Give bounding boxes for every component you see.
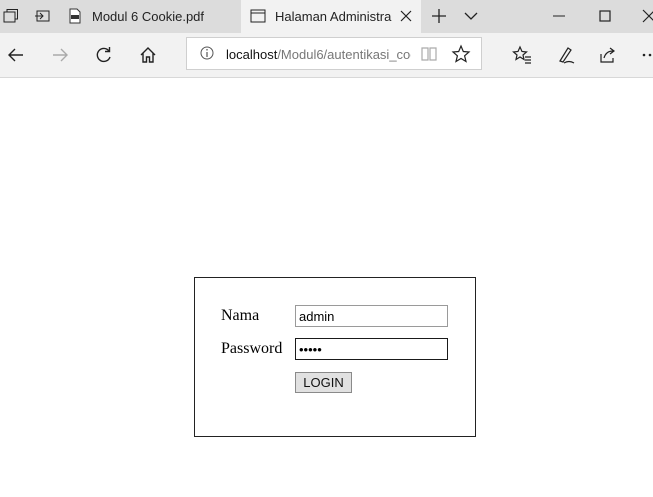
url-path: /Modul6/autentikasi_cookie (277, 47, 411, 62)
pen-notes-icon[interactable] (556, 45, 576, 65)
nama-label: Nama (221, 307, 260, 324)
page-icon (250, 8, 266, 24)
url-text[interactable]: localhost/Modul6/autentikasi_cookie (226, 47, 411, 62)
tab-label: Modul 6 Cookie.pdf (92, 9, 205, 24)
back-icon[interactable] (6, 45, 26, 65)
set-tabs-aside-icon[interactable] (34, 8, 50, 24)
tab-halaman-administrasi[interactable]: Halaman Administra (241, 0, 421, 33)
new-tab-icon[interactable] (431, 8, 447, 24)
info-icon[interactable] (199, 45, 219, 65)
nama-input[interactable] (295, 305, 448, 327)
password-label: Password (221, 340, 283, 357)
pdf-icon (67, 8, 83, 24)
more-icon[interactable] (640, 45, 653, 65)
favorites-hub-icon[interactable] (512, 45, 532, 65)
reading-view-icon[interactable] (420, 45, 440, 65)
tab-preview-icon[interactable] (3, 8, 19, 24)
close-window-icon[interactable] (641, 8, 653, 24)
share-icon[interactable] (598, 45, 618, 65)
refresh-icon[interactable] (94, 45, 114, 65)
minimize-icon[interactable] (551, 8, 567, 24)
navigation-bar: localhost/Modul6/autentikasi_cookie (0, 33, 653, 78)
chevron-down-icon[interactable] (463, 8, 479, 24)
address-bar[interactable]: localhost/Modul6/autentikasi_cookie (186, 37, 482, 70)
maximize-icon[interactable] (597, 8, 613, 24)
forward-icon[interactable] (50, 45, 70, 65)
tab-modul-6-cookie[interactable]: Modul 6 Cookie.pdf (59, 0, 241, 33)
login-form: Nama Password LOGIN (194, 277, 476, 437)
password-input[interactable] (295, 338, 448, 360)
close-tab-icon[interactable] (398, 8, 414, 24)
tab-bar: Modul 6 Cookie.pdf Halaman Administra (0, 0, 653, 33)
login-button[interactable]: LOGIN (295, 372, 352, 393)
star-favorite-icon[interactable] (451, 44, 471, 64)
url-host: localhost (226, 47, 278, 62)
home-icon[interactable] (138, 45, 158, 65)
tab-label: Halaman Administra (275, 9, 392, 24)
